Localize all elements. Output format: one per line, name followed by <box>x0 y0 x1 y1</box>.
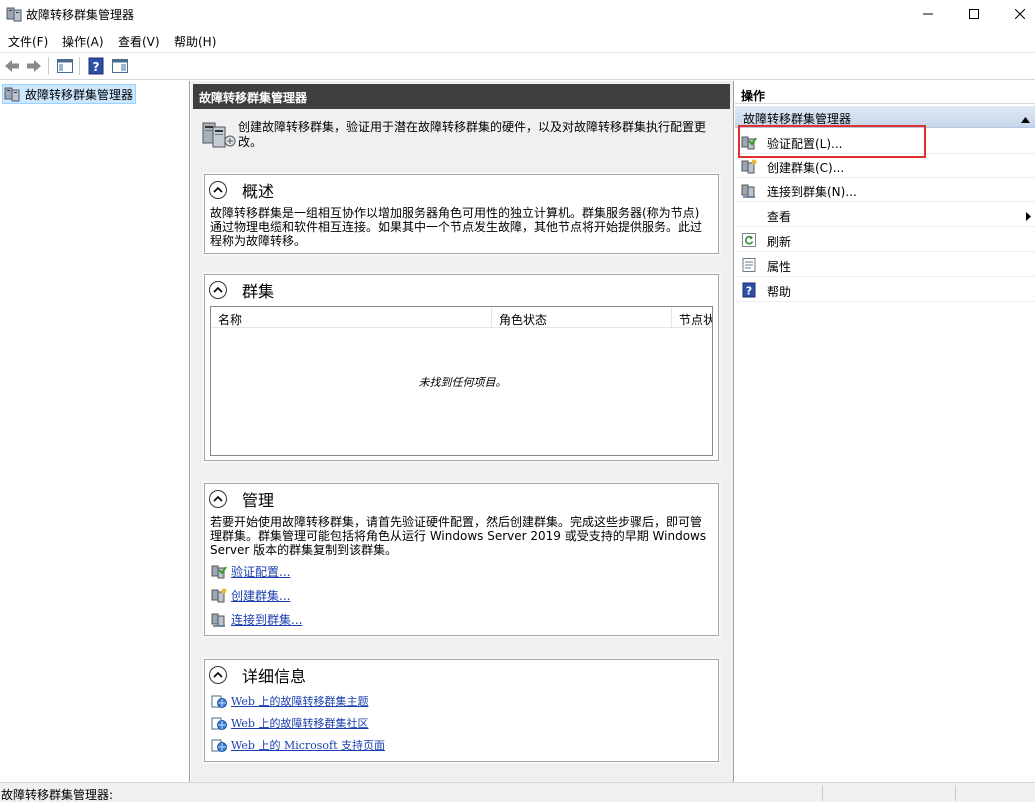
toolbar: ? <box>0 52 1035 80</box>
management-text: 若要开始使用故障转移群集，请首先验证硬件配置，然后创建群集。完成这些步骤后，即可… <box>210 515 707 557</box>
tree-item-label: 故障转移群集管理器 <box>25 87 134 102</box>
link-web-cluster-community[interactable]: Web 上的故障转移群集社区 <box>211 714 368 732</box>
show-hide-action-pane-icon[interactable] <box>111 57 129 75</box>
management-section: 管理 若要开始使用故障转移群集，请首先验证硬件配置，然后创建群集。完成这些步骤后… <box>204 483 719 636</box>
column-header-node-status[interactable]: 节点状 <box>672 307 712 328</box>
forward-arrow-icon[interactable] <box>25 57 43 75</box>
action-help[interactable]: ? 帮助 <box>735 278 1035 302</box>
action-label: 连接到群集(N)... <box>767 185 857 199</box>
collapse-icon[interactable] <box>209 281 227 299</box>
link-connect-cluster[interactable]: 连接到群集... <box>211 610 302 628</box>
submenu-arrow-icon <box>1026 210 1031 224</box>
overview-header: 概述 <box>209 179 274 201</box>
menu-bar: 文件(F) 操作(A) 查看(V) 帮助(H) <box>0 28 1035 52</box>
show-hide-console-tree-icon[interactable] <box>56 57 74 75</box>
menu-file[interactable]: 文件(F) <box>8 33 48 50</box>
connect-cluster-icon <box>741 182 757 198</box>
menu-help[interactable]: 帮助(H) <box>174 33 216 50</box>
action-connect-cluster[interactable]: 连接到群集(N)... <box>735 178 1035 202</box>
overview-text: 故障转移群集是一组相互协作以增加服务器角色可用性的独立计算机。群集服务器(称为节… <box>210 206 703 248</box>
menu-view[interactable]: 查看(V) <box>118 33 160 50</box>
action-properties[interactable]: 属性 <box>735 253 1035 277</box>
actions-group-label: 故障转移群集管理器 <box>743 112 852 126</box>
column-header-role-status[interactable]: 角色状态 <box>492 307 672 328</box>
details-header: 详细信息 <box>209 664 306 686</box>
status-bar: 故障转移群集管理器: <box>0 782 1035 802</box>
center-header: 故障转移群集管理器 <box>193 84 730 109</box>
status-separator <box>822 785 823 801</box>
link-text[interactable]: 验证配置... <box>231 563 290 580</box>
overview-section: 概述 故障转移群集是一组相互协作以增加服务器角色可用性的独立计算机。群集服务器(… <box>204 174 719 254</box>
help-icon: ? <box>741 282 757 298</box>
action-label: 创建群集(C)... <box>767 161 845 175</box>
maximize-button[interactable] <box>951 0 997 28</box>
cluster-manager-icon <box>6 6 22 22</box>
section-title: 详细信息 <box>242 667 307 686</box>
web-link-icon <box>211 693 227 709</box>
column-header-name[interactable]: 名称 <box>211 307 492 328</box>
link-web-cluster-topics[interactable]: Web 上的故障转移群集主题 <box>211 692 368 710</box>
collapse-icon[interactable] <box>209 666 227 684</box>
cluster-manager-icon <box>4 86 20 102</box>
actions-pane: 操作 故障转移群集管理器 验证配置(L)... 创建群集(C)... 连接到群集… <box>735 81 1035 782</box>
management-header: 管理 <box>209 488 274 510</box>
svg-text:?: ? <box>93 60 100 74</box>
refresh-icon <box>741 232 757 248</box>
menu-action[interactable]: 操作(A) <box>62 33 104 50</box>
toolbar-separator <box>48 57 49 75</box>
status-text: 故障转移群集管理器: <box>1 788 114 802</box>
toolbar-separator <box>79 57 80 75</box>
collapse-icon[interactable] <box>209 490 227 508</box>
link-text[interactable]: Web 上的 Microsoft 支持页面 <box>231 737 385 753</box>
highlight-box <box>738 125 926 158</box>
action-label: 属性 <box>767 260 792 274</box>
center-pane: 故障转移群集管理器 创建故障转移群集，验证用于潜在故障转移群集的硬件，以及对故障… <box>191 81 734 782</box>
link-web-microsoft-support[interactable]: Web 上的 Microsoft 支持页面 <box>211 736 385 754</box>
window-title: 故障转移群集管理器 <box>26 8 135 22</box>
status-separator <box>955 785 956 801</box>
collapse-up-icon[interactable] <box>1021 112 1030 126</box>
collapse-icon[interactable] <box>209 181 227 199</box>
link-create-cluster[interactable]: 创建群集... <box>211 586 290 604</box>
section-title: 概述 <box>242 182 275 201</box>
cluster-servers-icon <box>201 119 237 151</box>
web-link-icon <box>211 737 227 753</box>
details-section: 详细信息 Web 上的故障转移群集主题 Web 上的故障转移群集社区 Web 上… <box>204 659 719 762</box>
minimize-button[interactable] <box>905 0 951 28</box>
intro-text: 创建故障转移群集，验证用于潜在故障转移群集的硬件，以及对故障转移群集执行配置更改… <box>238 120 707 149</box>
action-view[interactable]: 查看 <box>735 203 1035 227</box>
create-cluster-icon <box>741 158 757 174</box>
empty-list-message: 未找到任何项目。 <box>418 376 507 389</box>
section-title: 群集 <box>242 282 275 301</box>
close-button[interactable] <box>997 0 1035 28</box>
back-arrow-icon[interactable] <box>3 57 21 75</box>
link-text[interactable]: Web 上的故障转移群集主题 <box>231 693 368 709</box>
svg-text:?: ? <box>746 285 752 298</box>
connect-cluster-icon <box>211 611 227 627</box>
clusters-header: 群集 <box>209 279 274 301</box>
action-label: 查看 <box>767 210 792 224</box>
properties-icon <box>741 257 757 273</box>
clusters-section: 群集 名称 角色状态 节点状 未找到任何项目。 <box>204 274 719 461</box>
tree-item-cluster-manager[interactable]: 故障转移群集管理器 <box>2 84 136 104</box>
action-label: 刷新 <box>767 235 792 249</box>
validate-config-icon <box>211 563 227 579</box>
link-text[interactable]: 创建群集... <box>231 587 290 604</box>
actions-title: 操作 <box>735 84 1035 104</box>
console-tree: 故障转移群集管理器 <box>0 81 190 782</box>
title-bar: 故障转移群集管理器 <box>0 0 1035 28</box>
section-title: 管理 <box>242 491 275 510</box>
action-label: 帮助 <box>767 285 792 299</box>
help-icon[interactable]: ? <box>87 57 105 75</box>
web-link-icon <box>211 715 227 731</box>
create-cluster-icon <box>211 587 227 603</box>
action-refresh[interactable]: 刷新 <box>735 228 1035 252</box>
cluster-list[interactable]: 名称 角色状态 节点状 未找到任何项目。 <box>210 306 713 456</box>
link-validate-config[interactable]: 验证配置... <box>211 562 290 580</box>
link-text[interactable]: 连接到群集... <box>231 611 302 628</box>
link-text[interactable]: Web 上的故障转移群集社区 <box>231 715 368 731</box>
